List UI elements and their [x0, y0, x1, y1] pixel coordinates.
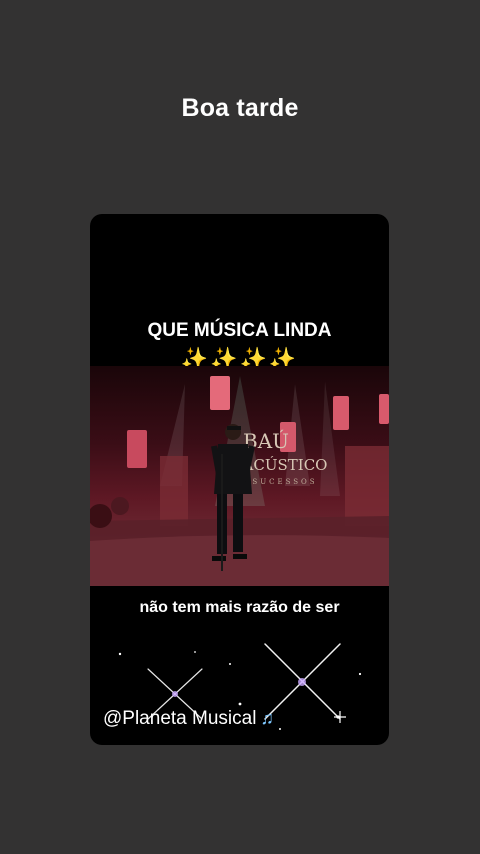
musical-notes-icon: ♫ [260, 708, 274, 728]
overlay-title: QUE MÚSICA LINDA [147, 320, 332, 341]
light-column [345, 446, 389, 526]
light-column [160, 456, 188, 526]
stage-lantern [333, 396, 349, 430]
page-title: Boa tarde [181, 94, 299, 122]
handle-label[interactable]: @Planeta Musical ♫ [103, 708, 274, 730]
video-frame[interactable]: BAÚ ACÚSTICO SUCESSOS [90, 366, 389, 586]
story-card[interactable]: QUE MÚSICA LINDA ✨✨✨✨ BAÚ ACÚSTICO SUCES… [90, 214, 389, 745]
stage-sign: ACÚSTICO [242, 456, 328, 474]
stage-lantern [127, 430, 147, 468]
stage-lantern [379, 394, 389, 424]
flowers [111, 497, 129, 515]
stage-sign: SUCESSOS [252, 478, 317, 486]
handle-text: @Planeta Musical [103, 708, 257, 729]
concert-stage-scene: BAÚ ACÚSTICO SUCESSOS [90, 376, 389, 586]
video-caption: não tem mais razão de ser [139, 599, 340, 616]
stage-lantern [210, 376, 230, 410]
